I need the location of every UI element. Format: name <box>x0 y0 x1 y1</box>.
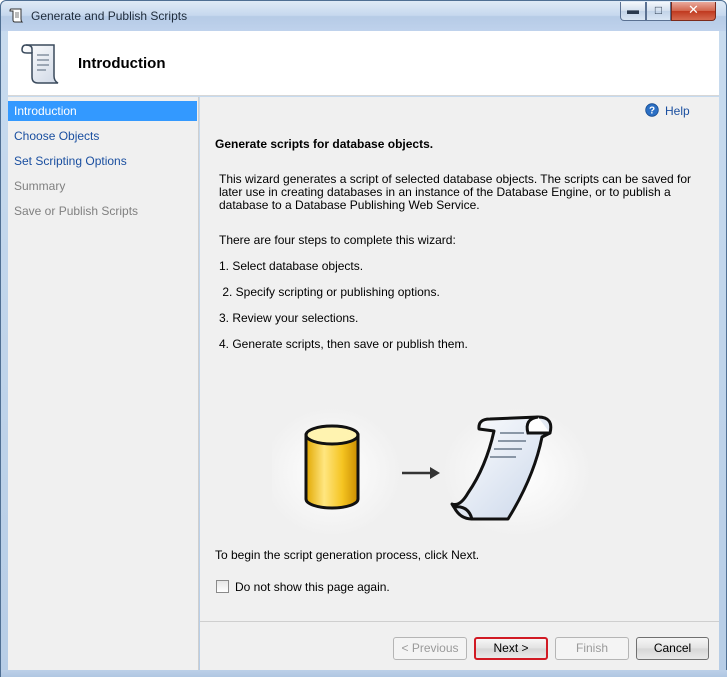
page-header: Introduction <box>8 31 719 96</box>
page-title: Introduction <box>78 55 166 72</box>
window-title: Generate and Publish Scripts <box>31 9 188 23</box>
svg-text:?: ? <box>649 106 655 117</box>
section-heading: Generate scripts for database objects. <box>215 137 434 151</box>
wizard-navigation: Introduction Choose Objects Set Scriptin… <box>8 97 199 670</box>
close-button[interactable]: ✕ <box>671 2 716 21</box>
nav-item-set-scripting-options[interactable]: Set Scripting Options <box>8 151 197 171</box>
step-item: 3. Review your selections. <box>219 311 359 325</box>
title-bar[interactable]: Generate and Publish Scripts ▬ □ ✕ <box>1 1 726 31</box>
help-link[interactable]: ? Help <box>645 103 690 118</box>
scroll-icon <box>9 8 24 23</box>
minimize-icon: ▬ <box>627 3 639 17</box>
nav-item-save-or-publish: Save or Publish Scripts <box>14 204 139 218</box>
steps-intro: There are four steps to complete this wi… <box>219 233 456 247</box>
maximize-button[interactable]: □ <box>646 2 671 21</box>
window-bottom-frame <box>1 670 727 677</box>
minimize-button[interactable]: ▬ <box>620 2 646 21</box>
footer-divider <box>200 621 719 622</box>
scroll-icon <box>21 44 59 84</box>
finish-button: Finish <box>555 637 629 660</box>
nav-item-choose-objects[interactable]: Choose Objects <box>8 126 197 146</box>
nav-item-introduction[interactable]: Introduction <box>8 101 197 121</box>
nav-item-summary: Summary <box>14 179 66 193</box>
step-item: 2. Specify scripting or publishing optio… <box>219 285 440 299</box>
help-label: Help <box>665 104 690 118</box>
wizard-window: Generate and Publish Scripts ▬ □ ✕ Intro… <box>0 0 727 677</box>
arrow-right-icon <box>402 467 440 479</box>
close-icon: ✕ <box>688 2 699 17</box>
wizard-description: This wizard generates a script of select… <box>219 172 692 212</box>
step-item: 4. Generate scripts, then save or publis… <box>219 337 468 351</box>
do-not-show-checkbox[interactable] <box>216 580 229 593</box>
previous-button: < Previous <box>393 637 467 660</box>
main-content: ? Help Generate scripts for database obj… <box>200 97 719 670</box>
next-button[interactable]: Next > <box>474 637 548 660</box>
database-to-script-illustration <box>272 407 592 537</box>
database-cylinder-icon <box>304 424 360 510</box>
cancel-button[interactable]: Cancel <box>636 637 709 660</box>
help-circle-icon: ? <box>645 103 659 117</box>
do-not-show-label[interactable]: Do not show this page again. <box>235 580 390 594</box>
maximize-icon: □ <box>654 3 663 17</box>
step-item: 1. Select database objects. <box>219 259 364 273</box>
begin-instruction: To begin the script generation process, … <box>215 548 480 562</box>
